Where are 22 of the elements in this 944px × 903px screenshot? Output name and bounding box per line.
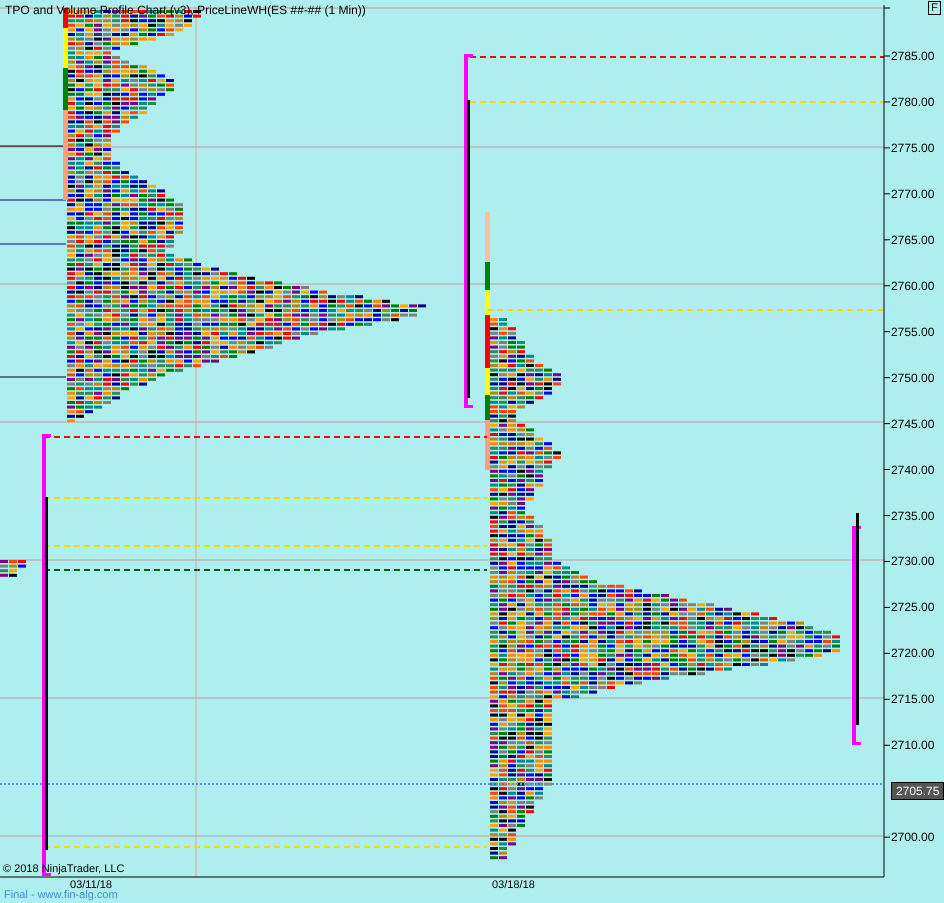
- price-label: 2735.00: [891, 508, 934, 522]
- f-button[interactable]: F: [928, 1, 941, 15]
- date-label: 03/18/18: [492, 879, 535, 892]
- price-label: 2780.00: [891, 94, 934, 109]
- price-label: 2785.00: [891, 49, 934, 63]
- price-label: 2760.00: [891, 278, 934, 293]
- price-label: 2750.00: [891, 370, 934, 385]
- price-label: 2725.00: [891, 600, 934, 614]
- price-label: 2715.00: [891, 692, 934, 706]
- current-price-tag: 2705.75: [891, 782, 944, 800]
- price-label: 2775.00: [891, 140, 934, 155]
- price-label: 2755.00: [891, 324, 934, 339]
- tpo-profile-drawing: [0, 560, 26, 577]
- price-label: 2710.00: [891, 738, 934, 752]
- price-label: 2720.00: [891, 646, 934, 660]
- price-label: 2740.00: [891, 462, 934, 477]
- price-label: 2765.00: [891, 232, 934, 247]
- price-label: 2770.00: [891, 186, 934, 201]
- price-label: 2730.00: [891, 554, 934, 568]
- price-label: 2700.00: [891, 830, 934, 844]
- price-label: 2745.00: [891, 416, 934, 431]
- date-label: 03/11/18: [70, 879, 112, 891]
